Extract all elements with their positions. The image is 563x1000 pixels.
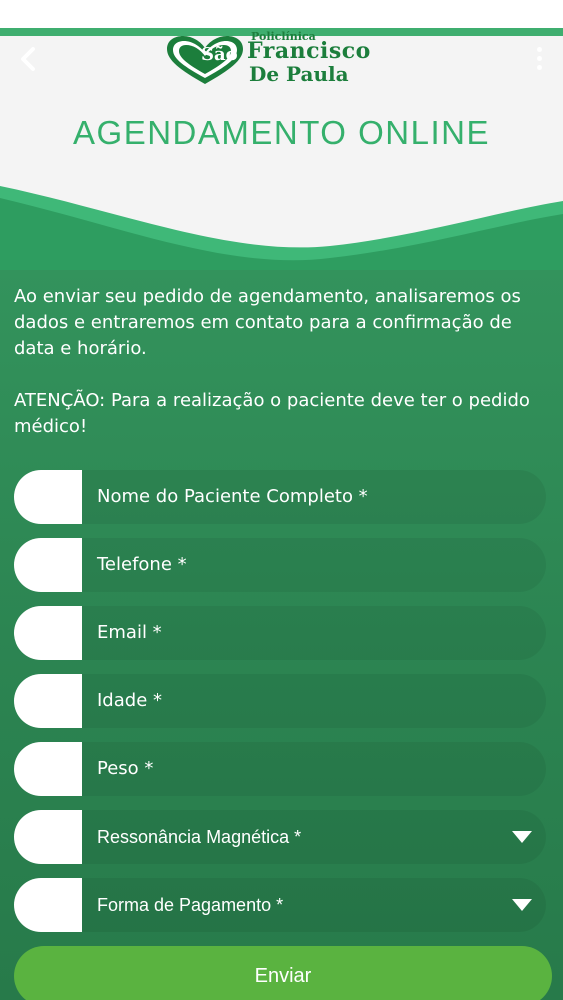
more-vertical-icon bbox=[536, 46, 542, 52]
age-field[interactable]: Idade * bbox=[14, 674, 546, 728]
logo-sao-text: São bbox=[201, 44, 238, 65]
logo-de-paula-text: De Paula bbox=[249, 62, 349, 86]
email-placeholder: Email * bbox=[97, 622, 162, 643]
email-field[interactable]: Email * bbox=[14, 606, 546, 660]
patient-name-field[interactable]: Nome do Paciente Completo * bbox=[14, 470, 546, 524]
phone-field[interactable]: Telefone * bbox=[14, 538, 546, 592]
chevron-down-icon bbox=[512, 899, 532, 911]
page-title: AGENDAMENTO ONLINE bbox=[73, 114, 490, 151]
mri-select-label: Ressonância Magnética * bbox=[97, 827, 302, 847]
more-vertical-icon-dot bbox=[536, 55, 542, 61]
weight-field[interactable]: Peso * bbox=[14, 742, 546, 796]
more-vertical-icon-dot bbox=[536, 64, 542, 70]
field-icon-slot bbox=[14, 538, 82, 592]
field-icon-slot bbox=[14, 674, 82, 728]
payment-method-select[interactable]: Forma de Pagamento * bbox=[14, 878, 546, 932]
field-icon-slot bbox=[14, 470, 82, 524]
age-placeholder: Idade * bbox=[97, 690, 162, 711]
mri-select[interactable]: Ressonância Magnética * bbox=[14, 810, 546, 864]
back-button[interactable] bbox=[14, 44, 42, 74]
logo-francisco-text: Francisco bbox=[247, 38, 371, 64]
more-menu-button[interactable] bbox=[529, 44, 549, 72]
payment-method-label: Forma de Pagamento * bbox=[97, 895, 284, 915]
field-icon-slot bbox=[14, 606, 82, 660]
field-icon-slot bbox=[14, 742, 82, 796]
field-icon-slot bbox=[14, 878, 82, 932]
field-icon-slot bbox=[14, 810, 82, 864]
chevron-left-icon bbox=[21, 47, 35, 71]
warning-text: ATENÇÃO: Para a realização o paciente de… bbox=[14, 390, 530, 437]
submit-button[interactable]: Enviar bbox=[14, 946, 552, 1000]
patient-name-placeholder: Nome do Paciente Completo * bbox=[97, 486, 368, 507]
intro-text: Ao enviar seu pedido de agendamento, ana… bbox=[14, 286, 521, 359]
chevron-down-icon bbox=[512, 831, 532, 843]
clinic-logo: São Policlínica Francisco De Paula bbox=[165, 30, 405, 88]
phone-placeholder: Telefone * bbox=[97, 554, 187, 575]
weight-placeholder: Peso * bbox=[97, 758, 154, 779]
status-bar-area bbox=[0, 0, 563, 28]
